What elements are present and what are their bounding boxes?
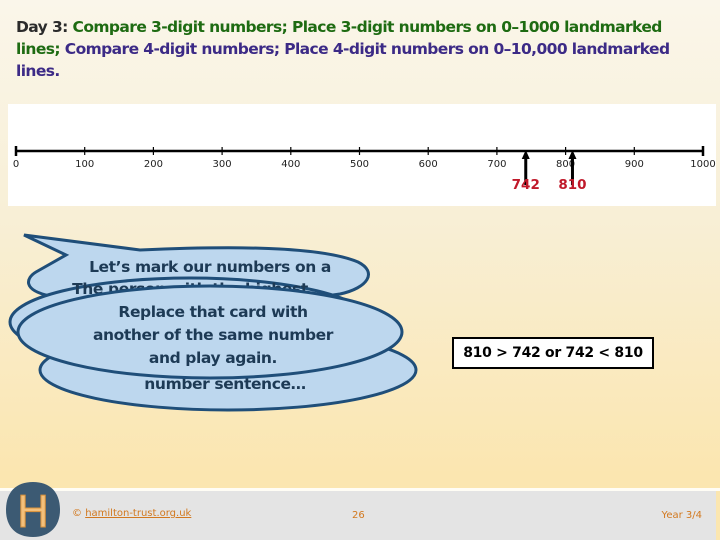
- comparison-sentence-box: 810 > 742 or 742 < 810: [452, 337, 654, 369]
- year-group-label: Year 3/4: [661, 510, 702, 521]
- tick-label: 100: [75, 159, 94, 170]
- tick-label: 500: [350, 159, 369, 170]
- speech-callouts: Let’s mark our numbers on a The person w…: [0, 222, 440, 422]
- number-line-ticks: 0 100 200 300 400 500 600 700 800 900 1000: [13, 146, 716, 170]
- tick-label: 300: [213, 159, 232, 170]
- tick-label: 700: [487, 159, 506, 170]
- comparison-sentence: 810 > 742 or 742 < 810: [463, 345, 643, 361]
- callout-front-line-1: Replace that card with: [118, 303, 307, 321]
- copyright-symbol: ©: [72, 508, 82, 519]
- title-separator: :: [62, 18, 73, 36]
- title-day-label: Day 3: [16, 18, 63, 36]
- tick-label: 200: [144, 159, 163, 170]
- number-line-panel: 0 100 200 300 400 500 600 700 800 900 1000 742 810: [8, 104, 716, 206]
- tick-label: 400: [281, 159, 300, 170]
- footer-copyright: © hamilton-trust.org.uk: [72, 508, 191, 519]
- slide-title: Day 3: Compare 3-digit numbers; Place 3-…: [16, 16, 706, 82]
- marker-label: 742: [512, 177, 540, 193]
- callout-stack: Let’s mark our numbers on a The person w…: [8, 233, 418, 412]
- callout-front-line-2: another of the same number: [93, 326, 334, 344]
- marker-arrow: 742: [512, 150, 540, 193]
- tick-label: 1000: [690, 159, 715, 170]
- logo-letter: H: [16, 487, 49, 538]
- tick-label: 600: [419, 159, 438, 170]
- callout-front: Replace that card with another of the sa…: [16, 284, 404, 380]
- marker-label: 810: [558, 177, 586, 193]
- tick-label: 900: [625, 159, 644, 170]
- page-number: 26: [352, 510, 365, 521]
- number-line-markers: 742 810: [512, 150, 587, 193]
- callout-back-line-1: Let’s mark our numbers on a: [89, 258, 331, 276]
- tick-label: 0: [13, 159, 19, 170]
- hamilton-trust-logo: H: [6, 482, 60, 538]
- hamilton-trust-link[interactable]: hamilton-trust.org.uk: [85, 508, 191, 519]
- title-4-digit-objectives: Compare 4-digit numbers; Place 4-digit n…: [16, 40, 670, 80]
- marker-arrow: 810: [558, 150, 587, 193]
- callout-front-line-3: and play again.: [149, 349, 277, 367]
- number-line: 0 100 200 300 400 500 600 700 800 900 1000 742 810: [13, 146, 716, 193]
